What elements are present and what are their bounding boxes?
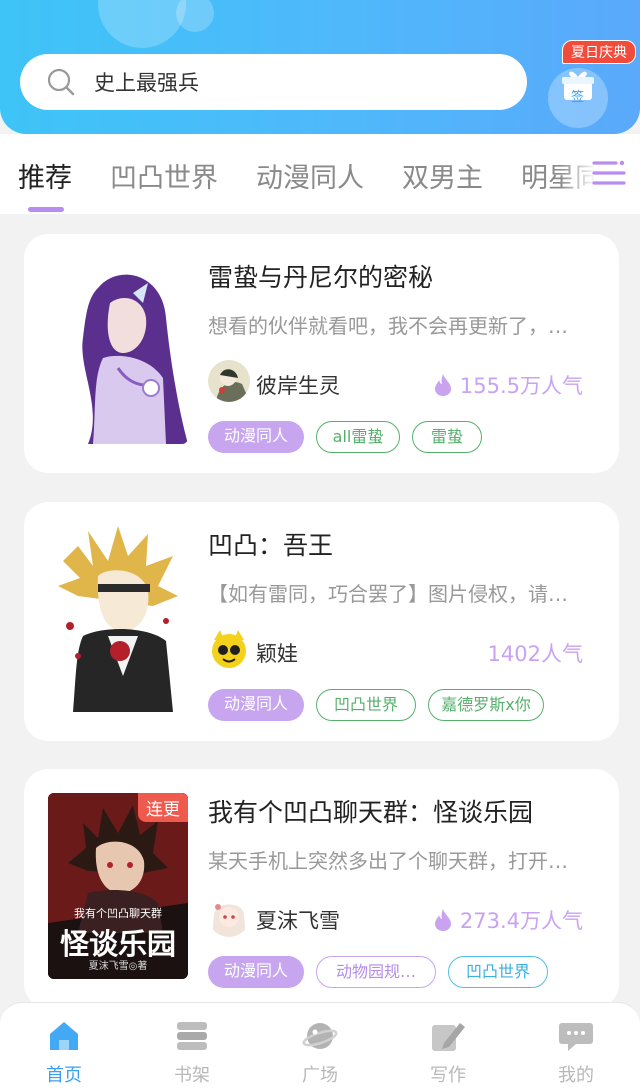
category-menu-icon[interactable]: [592, 158, 626, 188]
nav-label: 首页: [46, 1065, 82, 1086]
book-cover: 我有个凹凸聊天群 怪谈乐园 夏沫飞雪◎著 连更: [48, 793, 188, 979]
tab-bl[interactable]: 双男主: [402, 156, 483, 195]
nav-write[interactable]: 写作: [384, 1003, 512, 1088]
popularity: 273.4万人气: [434, 905, 583, 935]
home-icon: [50, 1022, 78, 1050]
book-cover: [48, 526, 188, 712]
author-avatar[interactable]: [208, 628, 250, 670]
nav-home[interactable]: 首页: [0, 1003, 128, 1088]
tag[interactable]: 凹凸世界: [448, 956, 548, 988]
book-card[interactable]: 我有个凹凸聊天群 怪谈乐园 夏沫飞雪◎著 连更 我有个凹凸聊天群：怪谈乐园 某天…: [24, 769, 619, 1008]
decor-bubble: [176, 0, 214, 32]
cover-title-small: 我有个凹凸聊天群: [74, 907, 162, 920]
author-name: 夏沫飞雪: [256, 909, 340, 933]
header-bar: 史上最强兵 签 夏日庆典: [0, 0, 640, 134]
popularity-value: 155.5万人气: [459, 374, 583, 398]
nav-label: 我的: [558, 1065, 594, 1086]
active-tab-indicator: [28, 207, 64, 212]
tag[interactable]: all雷蛰: [316, 421, 400, 453]
book-cover: [48, 258, 188, 444]
popularity-value: 273.4万人气: [459, 909, 583, 933]
book-title: 凹凸：吾王: [208, 531, 334, 560]
author-name: 颖娃: [256, 642, 298, 666]
flame-icon: [434, 909, 451, 931]
bottom-navigation: 首页 书架 广场 写作 我的: [0, 1002, 640, 1088]
popularity: 155.5万人气: [434, 370, 583, 400]
search-placeholder: 史上最强兵: [94, 71, 199, 95]
tag[interactable]: 动物园规…: [316, 956, 436, 988]
nav-mine[interactable]: 我的: [512, 1003, 640, 1088]
tag[interactable]: 动漫同人: [208, 689, 304, 721]
author-name: 彼岸生灵: [256, 374, 340, 398]
daily-sign-button[interactable]: 签 夏日庆典: [546, 40, 636, 130]
book-title: 雷蛰与丹尼尔的密秘: [208, 263, 434, 292]
planet-icon: [302, 1023, 338, 1049]
tab-recommend[interactable]: 推荐: [18, 156, 72, 195]
tag[interactable]: 雷蛰: [412, 421, 482, 453]
pen-icon: [432, 1023, 465, 1051]
book-card[interactable]: 凹凸：吾王 【如有雷同，巧合罢了】图片侵权，请… 颖娃 1402人气 动漫同人 …: [24, 502, 619, 741]
book-description: 某天手机上突然多出了个聊天群，打开…: [208, 849, 568, 873]
bookshelf-icon: [177, 1022, 207, 1050]
nav-label: 写作: [430, 1065, 466, 1086]
chat-bubble-icon: [559, 1023, 593, 1051]
search-icon: [47, 68, 75, 96]
sign-label: 签: [571, 90, 585, 105]
book-title: 我有个凹凸聊天群：怪谈乐园: [208, 798, 534, 827]
book-description: 想看的伙伴就看吧，我不会再更新了，…: [208, 314, 568, 338]
cover-author: 夏沫飞雪◎著: [88, 961, 148, 972]
category-tabs: 推荐 凹凸世界 动漫同人 双男主 明星同: [0, 134, 640, 214]
popularity-value: 1402人气: [487, 642, 583, 666]
author-avatar[interactable]: [208, 360, 250, 402]
nav-label: 广场: [302, 1065, 338, 1086]
tag[interactable]: 动漫同人: [208, 421, 304, 453]
tab-anime-fanfic[interactable]: 动漫同人: [256, 156, 364, 195]
tab-aotu-world[interactable]: 凹凸世界: [110, 156, 218, 195]
author-avatar[interactable]: [208, 895, 250, 937]
nav-plaza[interactable]: 广场: [256, 1003, 384, 1088]
popularity: 1402人气: [488, 638, 583, 668]
summer-festival-badge: 夏日庆典: [562, 40, 636, 64]
tag[interactable]: 嘉德罗斯x你: [428, 689, 544, 721]
nav-label: 书架: [174, 1065, 210, 1086]
tag[interactable]: 动漫同人: [208, 956, 304, 988]
tag[interactable]: 凹凸世界: [316, 689, 416, 721]
decor-bubble: [98, 0, 186, 48]
nav-bookshelf[interactable]: 书架: [128, 1003, 256, 1088]
search-input[interactable]: 史上最强兵: [20, 54, 527, 110]
serial-badge: 连更: [138, 793, 188, 822]
book-description: 【如有雷同，巧合罢了】图片侵权，请…: [208, 582, 568, 606]
book-card[interactable]: 雷蛰与丹尼尔的密秘 想看的伙伴就看吧，我不会再更新了，… 彼岸生灵 155.5万…: [24, 234, 619, 473]
flame-icon: [434, 374, 451, 396]
